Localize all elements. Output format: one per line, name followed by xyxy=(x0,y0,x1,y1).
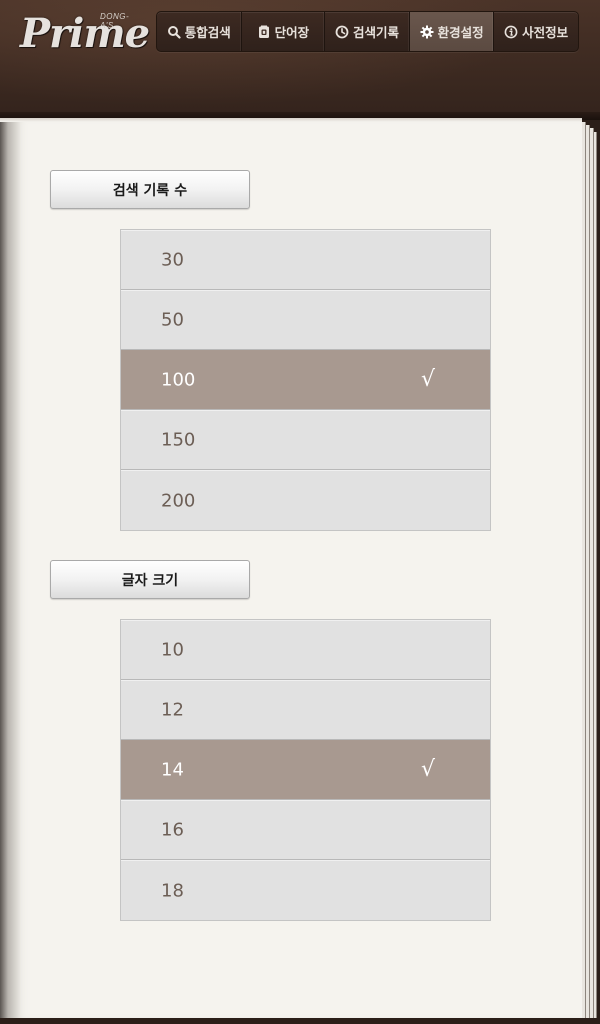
tab-label: 통합검색 xyxy=(184,25,231,40)
check-icon: √ xyxy=(421,367,436,392)
clock-icon xyxy=(335,25,349,39)
font-option-10[interactable]: 10 xyxy=(121,620,490,680)
app-header: Prime DONG-A'S 통합검색 단어장 검색기록 환경설정 사전정보 xyxy=(0,0,600,120)
book-pages: 검색 기록 수 30 50 100 √ 150 200 글자 크기 10 12 … xyxy=(0,118,600,1024)
search-icon xyxy=(167,25,181,39)
history-option-200[interactable]: 200 xyxy=(121,470,490,530)
tab-dictionary-info[interactable]: 사전정보 xyxy=(494,12,578,51)
option-value: 16 xyxy=(161,819,184,841)
gear-icon xyxy=(420,25,434,39)
font-size-button[interactable]: 글자 크기 xyxy=(50,560,250,599)
option-value: 30 xyxy=(161,249,184,271)
history-option-50[interactable]: 50 xyxy=(121,290,490,350)
option-value: 18 xyxy=(161,880,184,901)
tab-label: 사전정보 xyxy=(522,25,569,40)
tab-wordbook[interactable]: 단어장 xyxy=(242,12,326,51)
tab-integrated-search[interactable]: 통합검색 xyxy=(157,12,242,51)
tab-label: 환경설정 xyxy=(437,25,484,40)
font-option-12[interactable]: 12 xyxy=(121,680,490,740)
font-option-16[interactable]: 16 xyxy=(121,800,490,860)
check-icon: √ xyxy=(421,757,436,782)
main-nav: 통합검색 단어장 검색기록 환경설정 사전정보 xyxy=(156,11,579,52)
logo-subtext: DONG-A'S xyxy=(100,12,130,30)
font-option-14[interactable]: 14 √ xyxy=(121,740,490,800)
app-logo[interactable]: Prime DONG-A'S xyxy=(14,6,150,57)
font-size-list: 10 12 14 √ 16 18 xyxy=(120,619,491,921)
history-option-150[interactable]: 150 xyxy=(121,410,490,470)
history-count-list: 30 50 100 √ 150 200 xyxy=(120,229,491,531)
option-value: 14 xyxy=(161,759,184,781)
bottom-bar xyxy=(0,1018,600,1024)
history-option-30[interactable]: 30 xyxy=(121,230,490,290)
option-value: 100 xyxy=(161,369,196,391)
tab-search-history[interactable]: 검색기록 xyxy=(325,12,410,51)
info-icon xyxy=(504,25,518,39)
option-value: 200 xyxy=(161,490,196,511)
option-value: 50 xyxy=(161,309,184,331)
font-option-18[interactable]: 18 xyxy=(121,860,490,920)
history-option-100[interactable]: 100 √ xyxy=(121,350,490,410)
tab-label: 단어장 xyxy=(274,25,310,40)
option-value: 10 xyxy=(161,639,184,661)
option-value: 12 xyxy=(161,699,184,721)
settings-page: 검색 기록 수 30 50 100 √ 150 200 글자 크기 10 12 … xyxy=(0,118,582,1020)
wordbook-icon xyxy=(257,25,271,39)
tab-settings[interactable]: 환경설정 xyxy=(409,12,495,51)
history-count-button[interactable]: 검색 기록 수 xyxy=(50,170,250,209)
tab-label: 검색기록 xyxy=(352,25,399,40)
option-value: 150 xyxy=(161,429,196,451)
